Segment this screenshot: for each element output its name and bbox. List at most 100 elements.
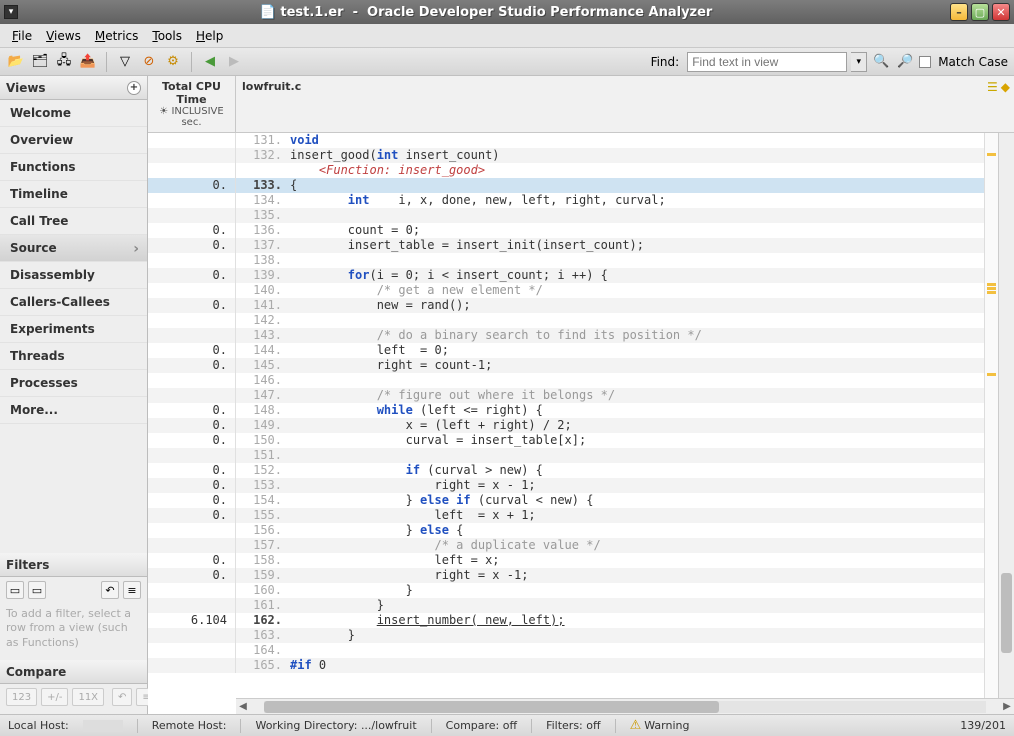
- source-code-table[interactable]: 131.void132.insert_good(int insert_count…: [148, 133, 984, 673]
- compare-experiment-icon[interactable]: 🗂: [30, 52, 50, 72]
- source-line[interactable]: 151.: [148, 448, 984, 463]
- filter-icon[interactable]: ▽: [115, 52, 135, 72]
- source-line[interactable]: 156. } else {: [148, 523, 984, 538]
- compare-mode-abs[interactable]: 123: [6, 688, 37, 706]
- sidebar-item-threads[interactable]: Threads: [0, 343, 147, 370]
- status-warning[interactable]: ⚠Warning: [630, 718, 690, 733]
- source-line[interactable]: 0.133.{: [148, 178, 984, 193]
- match-case-checkbox[interactable]: [919, 56, 931, 68]
- connect-remote-icon[interactable]: 🖧: [54, 52, 74, 72]
- sidebar-item-processes[interactable]: Processes: [0, 370, 147, 397]
- source-line[interactable]: 160. }: [148, 583, 984, 598]
- window-title: 📄 test.1.er - Oracle Developer Studio Pe…: [22, 5, 950, 20]
- filter-reset-icon[interactable]: ↶: [101, 581, 119, 599]
- settings-icon[interactable]: ⚙: [163, 52, 183, 72]
- export-icon[interactable]: 📤: [78, 52, 98, 72]
- sidebar-item-callers-callees[interactable]: Callers-Callees: [0, 289, 147, 316]
- compare-mode-ratio[interactable]: 11X: [72, 688, 104, 706]
- filter-menu-icon[interactable]: ≡: [123, 581, 141, 599]
- sidebar-item-disassembly[interactable]: Disassembly: [0, 262, 147, 289]
- filters-header[interactable]: Filters: [0, 553, 147, 577]
- source-line[interactable]: 0.149. x = (left + right) / 2;: [148, 418, 984, 433]
- source-line[interactable]: 0.136. count = 0;: [148, 223, 984, 238]
- source-line[interactable]: 0.137. insert_table = insert_init(insert…: [148, 238, 984, 253]
- source-line[interactable]: 135.: [148, 208, 984, 223]
- source-line[interactable]: 0.139. for(i = 0; i < insert_count; i ++…: [148, 268, 984, 283]
- minimize-button[interactable]: –: [950, 3, 968, 21]
- sidebar-item-source[interactable]: Source: [0, 235, 147, 262]
- sidebar-item-call-tree[interactable]: Call Tree: [0, 208, 147, 235]
- find-next-icon[interactable]: 🔎: [895, 52, 915, 72]
- source-line[interactable]: 0.153. right = x - 1;: [148, 478, 984, 493]
- app-menu-icon[interactable]: ▾: [4, 5, 18, 19]
- compare-header[interactable]: Compare: [0, 660, 147, 684]
- source-line[interactable]: 131.void: [148, 133, 984, 148]
- add-view-icon[interactable]: +: [127, 81, 141, 95]
- cpu-time-header[interactable]: Total CPU Time ☀ INCLUSIVE sec.: [148, 76, 236, 132]
- source-line[interactable]: 0.155. left = x + 1;: [148, 508, 984, 523]
- clear-filter-icon[interactable]: ⊘: [139, 52, 159, 72]
- source-line[interactable]: 147. /* figure out where it belongs */: [148, 388, 984, 403]
- menu-help[interactable]: Help: [190, 27, 229, 45]
- menu-file[interactable]: File: [6, 27, 38, 45]
- source-line[interactable]: 165.#if 0: [148, 658, 984, 673]
- status-line-position: 139/201: [960, 719, 1006, 732]
- source-line[interactable]: 163. }: [148, 628, 984, 643]
- menu-views[interactable]: Views: [40, 27, 87, 45]
- vertical-scroll-thumb[interactable]: [1001, 573, 1012, 653]
- find-label: Find:: [651, 55, 680, 69]
- compare-mode-delta[interactable]: +/-: [41, 688, 68, 706]
- source-line[interactable]: 134. int i, x, done, new, left, right, c…: [148, 193, 984, 208]
- menu-tools[interactable]: Tools: [146, 27, 188, 45]
- source-line[interactable]: 132.insert_good(int insert_count): [148, 148, 984, 163]
- source-line[interactable]: 146.: [148, 373, 984, 388]
- overview-ruler[interactable]: [984, 133, 998, 698]
- source-line[interactable]: <Function: insert_good>: [148, 163, 984, 178]
- filter-remove-icon[interactable]: ▭: [28, 581, 46, 599]
- source-line[interactable]: 142.: [148, 313, 984, 328]
- find-input[interactable]: [687, 52, 847, 72]
- close-button[interactable]: ✕: [992, 3, 1010, 21]
- sidebar-item-experiments[interactable]: Experiments: [0, 316, 147, 343]
- source-line[interactable]: 0.152. if (curval > new) {: [148, 463, 984, 478]
- maximize-button[interactable]: ▢: [971, 3, 989, 21]
- source-line[interactable]: 0.144. left = 0;: [148, 343, 984, 358]
- find-dropdown-icon[interactable]: ▾: [851, 52, 867, 72]
- scroll-left-icon[interactable]: ◀: [236, 701, 250, 712]
- source-line[interactable]: 0.154. } else if (curval < new) {: [148, 493, 984, 508]
- nav-back-icon[interactable]: ◀: [200, 52, 220, 72]
- source-line[interactable]: 140. /* get a new element */: [148, 283, 984, 298]
- menu-metrics[interactable]: Metrics: [89, 27, 145, 45]
- source-line[interactable]: 143. /* do a binary search to find its p…: [148, 328, 984, 343]
- source-line[interactable]: 0.150. curval = insert_table[x];: [148, 433, 984, 448]
- source-line[interactable]: 0.158. left = x;: [148, 553, 984, 568]
- source-line[interactable]: 0.145. right = count-1;: [148, 358, 984, 373]
- column-marker-icon[interactable]: ☰: [987, 80, 998, 94]
- find-prev-icon[interactable]: 🔍: [871, 52, 891, 72]
- sidebar-item-welcome[interactable]: Welcome: [0, 100, 147, 127]
- sidebar-item-overview[interactable]: Overview: [0, 127, 147, 154]
- source-line[interactable]: 6.104162. insert_number( new, left);: [148, 613, 984, 628]
- source-line[interactable]: 0.141. new = rand();: [148, 298, 984, 313]
- sidebar-item-functions[interactable]: Functions: [0, 154, 147, 181]
- source-line[interactable]: 161. }: [148, 598, 984, 613]
- source-line[interactable]: 157. /* a duplicate value */: [148, 538, 984, 553]
- status-compare: Compare: off: [446, 719, 517, 732]
- filter-add-icon[interactable]: ▭: [6, 581, 24, 599]
- scroll-right-icon[interactable]: ▶: [1000, 701, 1014, 712]
- source-line[interactable]: 164.: [148, 643, 984, 658]
- source-line[interactable]: 0.159. right = x -1;: [148, 568, 984, 583]
- nav-forward-icon[interactable]: ▶: [224, 52, 244, 72]
- source-line[interactable]: 138.: [148, 253, 984, 268]
- expand-icon[interactable]: ◆: [1001, 80, 1010, 94]
- toolbar-separator: [191, 52, 192, 72]
- compare-reset-icon[interactable]: ↶: [112, 688, 132, 706]
- open-experiment-icon[interactable]: 📂: [6, 52, 26, 72]
- sidebar-item-timeline[interactable]: Timeline: [0, 181, 147, 208]
- filters-title: Filters: [6, 558, 49, 572]
- vertical-scrollbar[interactable]: [998, 133, 1014, 698]
- horizontal-scroll-thumb[interactable]: [264, 701, 719, 713]
- sidebar-item-more-[interactable]: More...: [0, 397, 147, 424]
- source-line[interactable]: 0.148. while (left <= right) {: [148, 403, 984, 418]
- horizontal-scrollbar[interactable]: ◀ ▶: [236, 698, 1014, 714]
